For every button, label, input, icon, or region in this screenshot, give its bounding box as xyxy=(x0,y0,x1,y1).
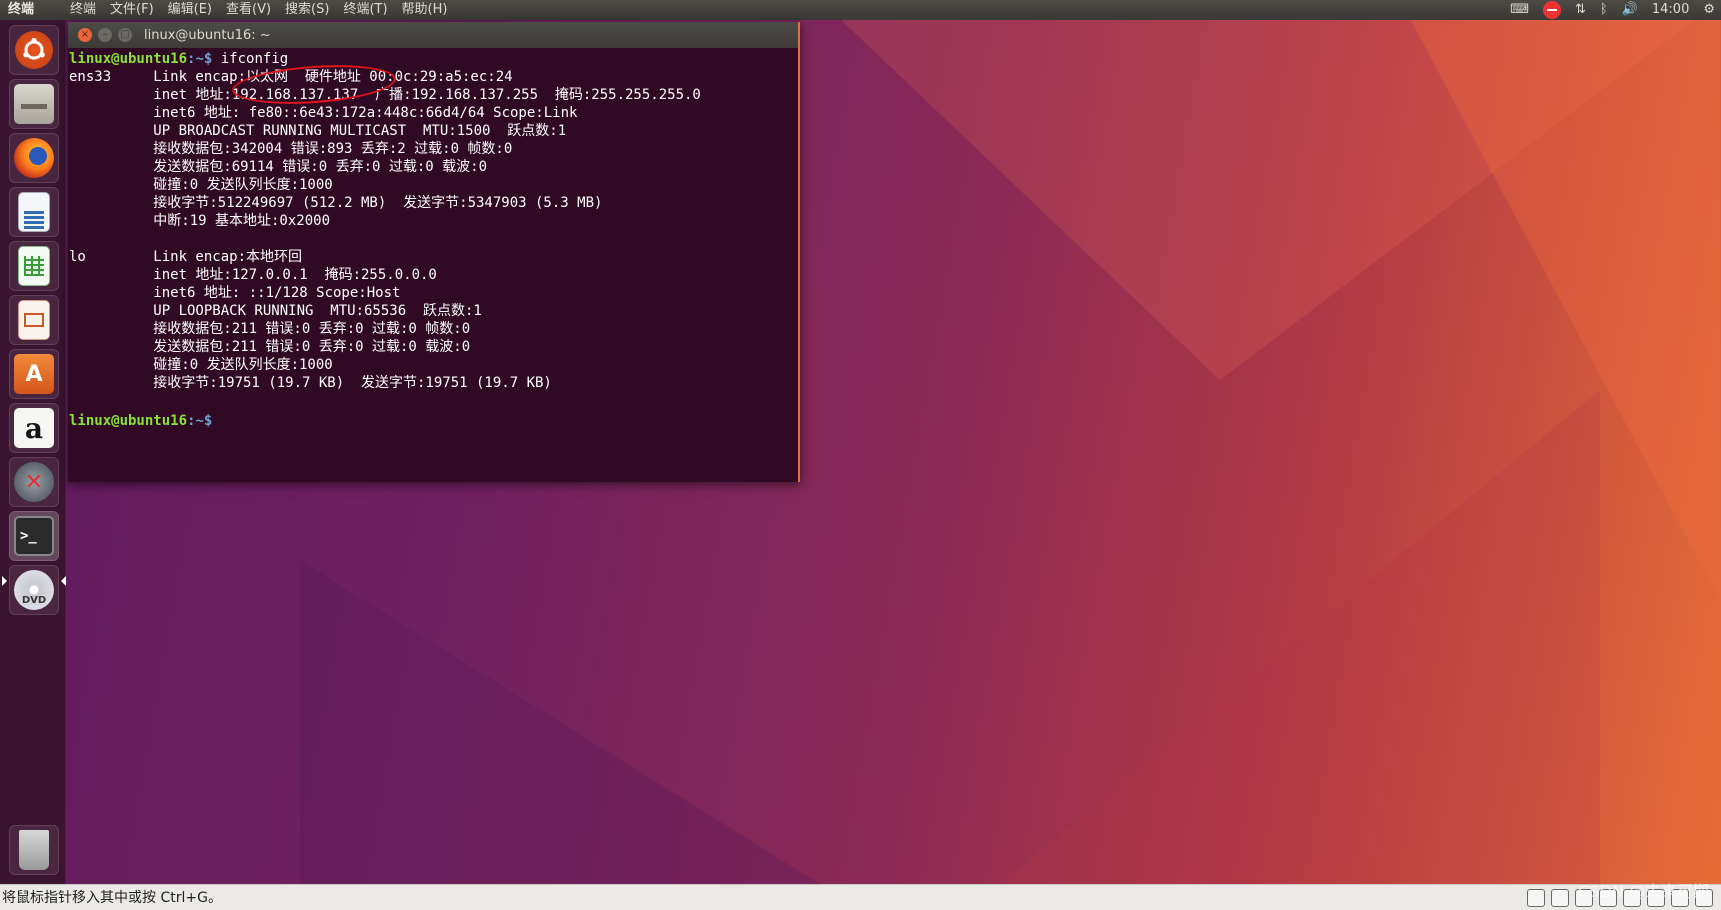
output-line: inet6 地址: ::1/128 Scope:Host xyxy=(69,285,401,301)
terminal-icon: >_ xyxy=(14,516,54,556)
output-line: UP BROADCAST RUNNING MULTICAST MTU:1500 … xyxy=(69,123,567,139)
output-line: 接收字节:19751 (19.7 KB) 发送字节:19751 (19.7 KB… xyxy=(69,375,552,391)
launcher-dash-home[interactable] xyxy=(9,25,59,75)
command-text: ifconfig xyxy=(212,51,289,67)
menu-search[interactable]: 搜索(S) xyxy=(285,0,329,20)
launcher-trash[interactable] xyxy=(9,825,59,875)
trash-icon xyxy=(19,830,49,870)
network-transfer-icon[interactable]: ⇅ xyxy=(1575,0,1586,20)
calc-spreadsheet-icon xyxy=(18,246,50,286)
output-line: 接收字节:512249697 (512.2 MB) 发送字节:5347903 (… xyxy=(69,195,603,211)
menu-bar: 终端 文件(F) 编辑(E) 查看(V) 搜索(S) 终端(T) 帮助(H) xyxy=(70,0,447,20)
output-line: inet 地址:192.168.137.137 广播:192.168.137.2… xyxy=(69,87,701,103)
status-hint: 将鼠标指针移入其中或按 Ctrl+G。 xyxy=(2,890,222,906)
menu-view[interactable]: 查看(V) xyxy=(226,0,271,20)
launcher-terminal[interactable]: >_ xyxy=(9,511,59,561)
system-tray: ⌨ ⇅ ᛒ 🔊 14:00 ⚙ xyxy=(1510,0,1715,20)
keyboard-icon[interactable]: ⌨ xyxy=(1510,0,1529,20)
terminal-titlebar[interactable]: × – □ linux@ubuntu16: ~ xyxy=(68,22,798,48)
dvd-disc-icon: DVD xyxy=(14,570,54,610)
launcher-files[interactable] xyxy=(9,79,59,129)
cd-drive-icon[interactable] xyxy=(1551,889,1569,907)
launcher-amazon[interactable]: a xyxy=(9,403,59,453)
launcher-writer[interactable] xyxy=(9,187,59,237)
maximize-icon[interactable]: □ xyxy=(118,28,132,42)
output-line: UP LOOPBACK RUNNING MTU:65536 跃点数:1 xyxy=(69,303,482,319)
firefox-icon xyxy=(14,138,54,178)
minimize-icon[interactable]: – xyxy=(98,28,112,42)
launcher-calc[interactable] xyxy=(9,241,59,291)
output-line: 中断:19 基本地址:0x2000 xyxy=(69,213,331,229)
prompt-user: linux@ubuntu16 xyxy=(69,413,188,429)
menu-help[interactable]: 帮助(H) xyxy=(402,0,448,20)
output-line: inet 地址:127.0.0.1 掩码:255.0.0.0 xyxy=(69,267,437,283)
active-app-title: 终端 xyxy=(8,2,35,17)
output-line: ens33 Link encap:以太网 硬件地址 00:0c:29:a5:ec… xyxy=(69,69,513,85)
focused-app-indicator xyxy=(61,576,66,586)
output-line: 接收数据包:342004 错误:893 丢弃:2 过载:0 帧数:0 xyxy=(69,141,513,157)
prompt-path: :~$ xyxy=(187,51,213,67)
output-line: 接收数据包:211 错误:0 丢弃:0 过载:0 帧数:0 xyxy=(69,321,471,337)
text-cursor xyxy=(212,410,220,425)
wallpaper-facet xyxy=(1000,390,1600,884)
launcher: A a ✕ >_ DVD xyxy=(0,20,66,884)
menu-terminal-app[interactable]: 终端 xyxy=(70,0,96,20)
gear-icon[interactable]: ⚙ xyxy=(1703,0,1715,20)
impress-presentation-icon xyxy=(18,300,50,340)
output-line: inet6 地址: fe80::6e43:172a:448c:66d4/64 S… xyxy=(69,105,578,121)
close-icon[interactable]: × xyxy=(78,28,92,42)
prompt-path: :~$ xyxy=(187,413,213,429)
volume-icon[interactable]: 🔊 xyxy=(1622,0,1638,20)
writer-document-icon xyxy=(18,192,50,232)
top-panel: 终端 终端 文件(F) 编辑(E) 查看(V) 搜索(S) 终端(T) 帮助(H… xyxy=(0,0,1721,20)
active-app-indicator xyxy=(2,576,7,586)
wallpaper-facet xyxy=(300,560,820,884)
bluetooth-icon[interactable]: ᛒ xyxy=(1600,0,1608,20)
terminal-title: linux@ubuntu16: ~ xyxy=(144,27,271,43)
terminal-window[interactable]: × – □ linux@ubuntu16: ~ linux@ubuntu16:~… xyxy=(68,22,800,482)
clock[interactable]: 14:00 xyxy=(1652,0,1689,20)
launcher-software-center[interactable]: A xyxy=(9,349,59,399)
vm-status-bar: 将鼠标指针移入其中或按 Ctrl+G。 xyxy=(0,884,1721,910)
shopping-bag-icon: A xyxy=(14,354,54,394)
command-line: linux@ubuntu16:~$ ifconfig xyxy=(69,50,798,68)
ubuntu-logo-icon xyxy=(15,31,53,69)
launcher-impress[interactable] xyxy=(9,295,59,345)
file-cabinet-icon xyxy=(14,84,54,124)
amazon-icon: a xyxy=(14,408,54,448)
menu-terminal[interactable]: 终端(T) xyxy=(343,0,387,20)
settings-wrench-icon: ✕ xyxy=(14,462,54,502)
watermark: CSDN @未来可期 xyxy=(1578,882,1709,901)
output-line: 碰撞:0 发送队列长度:1000 xyxy=(69,177,333,193)
launcher-dvd[interactable]: DVD xyxy=(9,565,59,615)
menu-edit[interactable]: 编辑(E) xyxy=(168,0,212,20)
launcher-firefox[interactable] xyxy=(9,133,59,183)
output-line: 发送数据包:69114 错误:0 丢弃:0 过载:0 载波:0 xyxy=(69,159,488,175)
menu-file[interactable]: 文件(F) xyxy=(110,0,154,20)
output-line: lo Link encap:本地环回 xyxy=(69,249,303,265)
network-disabled-icon[interactable] xyxy=(1542,1,1561,19)
terminal-output[interactable]: linux@ubuntu16:~$ ifconfig ens33 Link enc… xyxy=(68,48,798,430)
prompt-line: linux@ubuntu16:~$ xyxy=(69,410,798,430)
prompt-user: linux@ubuntu16 xyxy=(69,51,188,67)
launcher-system-settings[interactable]: ✕ xyxy=(9,457,59,507)
output-line: 发送数据包:211 错误:0 丢弃:0 过载:0 载波:0 xyxy=(69,339,471,355)
output-line: 碰撞:0 发送队列长度:1000 xyxy=(69,357,333,373)
hard-disk-icon[interactable] xyxy=(1527,889,1545,907)
